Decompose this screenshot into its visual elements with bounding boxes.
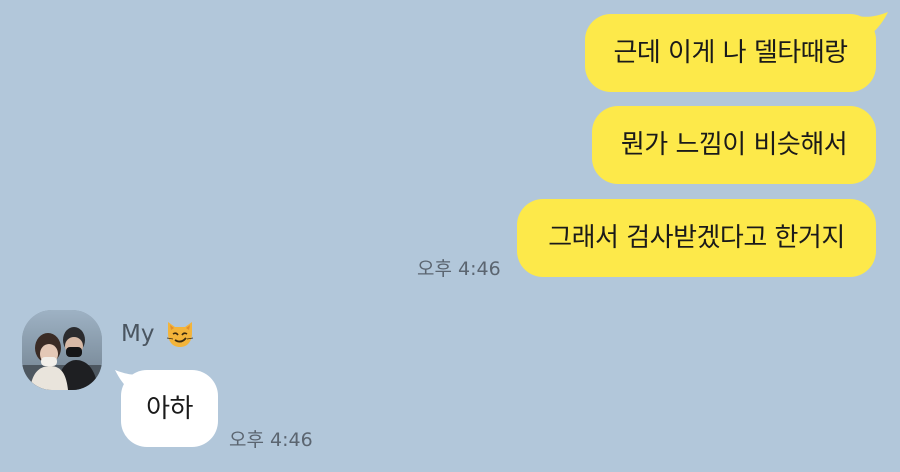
outgoing-message-3[interactable]: 그래서 검사받겠다고 한거지 xyxy=(517,199,876,277)
outgoing-timestamp: 오후 4:46 xyxy=(417,258,501,280)
message-text: 아하 xyxy=(146,393,193,424)
sender-name: My xyxy=(121,321,155,347)
incoming-message-1[interactable]: 아하 xyxy=(121,370,218,447)
sender-avatar[interactable] xyxy=(22,310,102,390)
chat-area[interactable]: 근데 이게 나 델타때랑 뭔가 느낌이 비슷해서 그래서 검사받겠다고 한거지 … xyxy=(0,0,900,472)
outgoing-message-2[interactable]: 뭔가 느낌이 비슷해서 xyxy=(592,106,876,184)
message-text: 근데 이게 나 델타때랑 xyxy=(613,38,848,68)
incoming-timestamp: 오후 4:46 xyxy=(229,429,313,451)
outgoing-message-1[interactable]: 근데 이게 나 델타때랑 xyxy=(585,14,876,92)
avatar-photo xyxy=(22,310,102,390)
smirking-cat-icon xyxy=(167,322,194,347)
message-text: 뭔가 느낌이 비슷해서 xyxy=(620,130,848,160)
sender-name-row: My xyxy=(121,318,196,350)
message-text: 그래서 검사받겠다고 한거지 xyxy=(548,223,845,253)
